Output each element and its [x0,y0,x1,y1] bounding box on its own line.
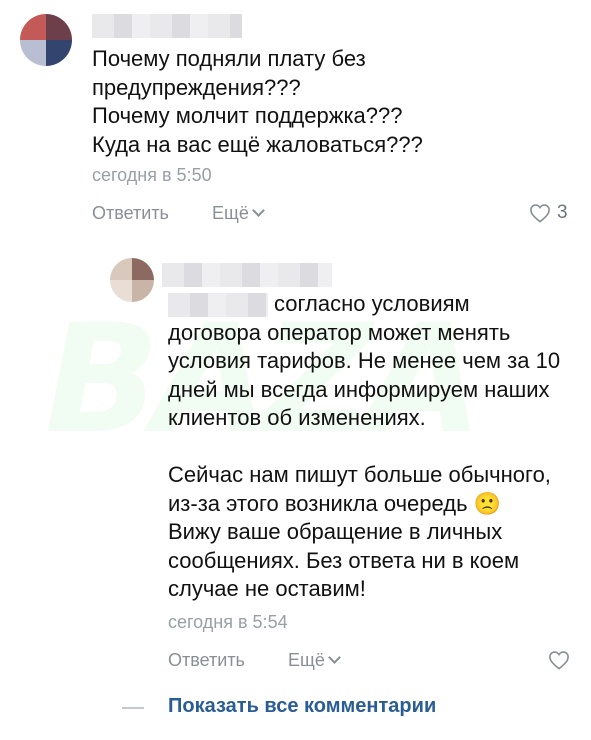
like-button[interactable] [548,650,570,675]
author-name-redacted[interactable] [162,263,332,287]
reply-timestamp: сегодня в 5:54 [168,612,288,632]
more-button[interactable]: Ещё [288,650,341,671]
reply-line: клиентов об изменениях. [168,405,426,430]
comment-line: Почему подняли плату без [92,46,366,71]
comment-line: предупреждения??? [92,74,301,100]
reply-line: договора оператор может менять [168,319,511,345]
author-name-redacted[interactable] [92,14,242,38]
more-label: Ещё [212,203,249,223]
chevron-down-icon [327,651,341,664]
comment-timestamp: сегодня в 5:50 [92,165,212,185]
reply-line: из-за этого возникла очередь 🙁 [168,490,502,516]
sad-emoji-icon: 🙁 [473,490,502,516]
reply-line: случае не оставим! [168,576,366,601]
comment-line: Куда на вас ещё жаловаться??? [92,131,423,157]
reply-line: дней мы всегда информируем наших [168,376,550,402]
more-label: Ещё [288,650,325,670]
comment-line: Почему молчит поддержка??? [92,103,403,128]
avatar[interactable] [110,258,154,302]
reply-line [168,433,560,462]
heart-outline-icon [530,204,550,223]
reply-button[interactable]: Ответить [168,650,245,671]
reply-line: согласно условиям [274,291,470,316]
heart-outline-icon [549,651,569,670]
more-button[interactable]: Ещё [212,203,265,224]
reply-line: Сейчас нам пишут больше обычного, [168,462,551,487]
reply-line: Вижу ваше обращение в личных [168,519,503,544]
avatar[interactable] [20,14,72,66]
reply-line: сообщениях. Без ответа ни в коем [168,547,520,573]
show-all-comments-link[interactable]: Показать все комментарии [168,695,436,718]
like-button[interactable]: 3 [529,202,568,224]
divider-dash [122,707,144,709]
reply-text: согласно условиям договора оператор може… [168,290,560,604]
comment-text: Почему подняли плату без предупреждения?… [92,45,423,159]
reply-line: условия тарифов. Не менее чем за 10 [168,348,561,373]
reply-button[interactable]: Ответить [92,203,169,224]
chevron-down-icon [251,204,265,217]
like-count: 3 [557,202,568,223]
